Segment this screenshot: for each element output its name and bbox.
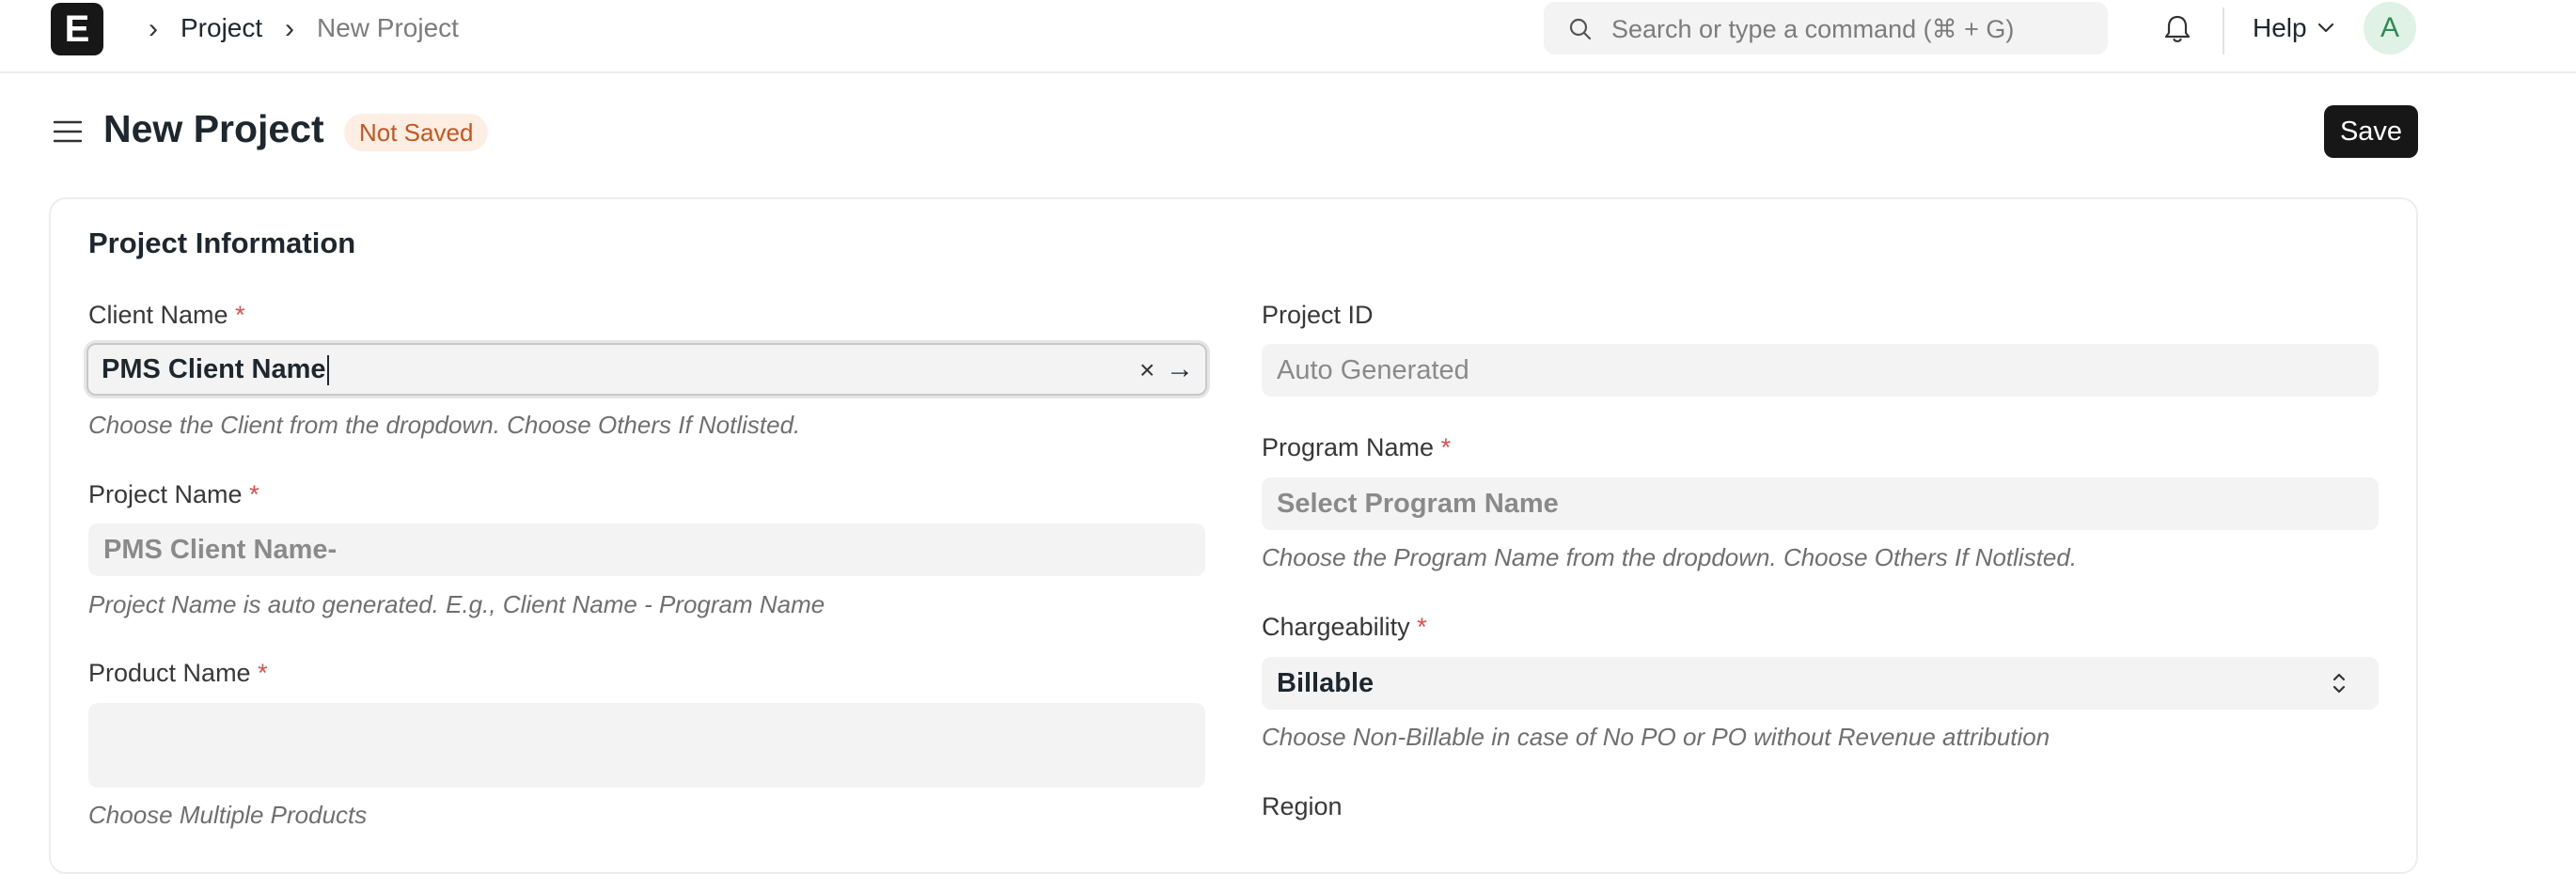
program-name-help: Choose the Program Name from the dropdow… — [1262, 543, 2078, 571]
project-name-field[interactable]: PMS Client Name- — [88, 523, 1205, 576]
help-menu[interactable]: Help — [2253, 13, 2307, 43]
chargeability-label: Chargeability * — [1262, 613, 1427, 641]
navbar: E › Project › New Project Help A — [0, 0, 2576, 73]
avatar[interactable]: A — [2364, 2, 2416, 55]
project-id-field: Auto Generated — [1262, 344, 2379, 397]
breadcrumb-project[interactable]: Project — [181, 13, 262, 43]
select-arrows-icon[interactable] — [2330, 667, 2348, 699]
program-name-label: Program Name * — [1262, 433, 1452, 461]
product-name-label: Product Name * — [88, 659, 268, 687]
product-name-help: Choose Multiple Products — [88, 801, 368, 829]
program-name-input[interactable]: Select Program Name — [1262, 477, 2379, 530]
client-name-input[interactable]: PMS Client Name — [86, 343, 1207, 396]
section-title: Project Information — [88, 226, 356, 259]
clear-icon[interactable]: × — [1139, 355, 1154, 385]
app-logo[interactable]: E — [51, 3, 103, 55]
breadcrumb-new-project[interactable]: New Project — [317, 13, 459, 43]
project-id-label: Project ID — [1262, 301, 1374, 329]
project-name-label: Project Name * — [88, 480, 259, 508]
product-name-input[interactable] — [88, 703, 1205, 788]
chargeability-select[interactable]: Billable — [1262, 657, 2379, 710]
region-label: Region — [1262, 792, 1343, 820]
hamburger-icon[interactable] — [53, 117, 83, 147]
client-name-help: Choose the Client from the dropdown. Cho… — [88, 411, 801, 439]
bell-icon[interactable] — [2162, 13, 2192, 45]
client-name-label: Client Name * — [88, 301, 245, 329]
search-bar[interactable] — [1544, 2, 2108, 55]
navbar-divider — [2223, 8, 2224, 55]
page-title: New Project — [103, 107, 324, 150]
text-caret — [326, 355, 329, 386]
breadcrumb-chevron-icon: › — [149, 13, 158, 44]
search-icon — [1569, 18, 1592, 40]
breadcrumb-chevron-icon: › — [285, 13, 294, 44]
chevron-down-icon[interactable] — [2317, 23, 2335, 34]
arrow-right-icon[interactable]: → — [1166, 353, 1194, 385]
search-input[interactable] — [1610, 9, 2083, 49]
chargeability-help: Choose Non-Billable in case of No PO or … — [1262, 723, 2050, 751]
save-button[interactable]: Save — [2324, 105, 2418, 158]
project-name-help: Project Name is auto generated. E.g., Cl… — [88, 590, 825, 618]
status-badge: Not Saved — [344, 114, 489, 151]
